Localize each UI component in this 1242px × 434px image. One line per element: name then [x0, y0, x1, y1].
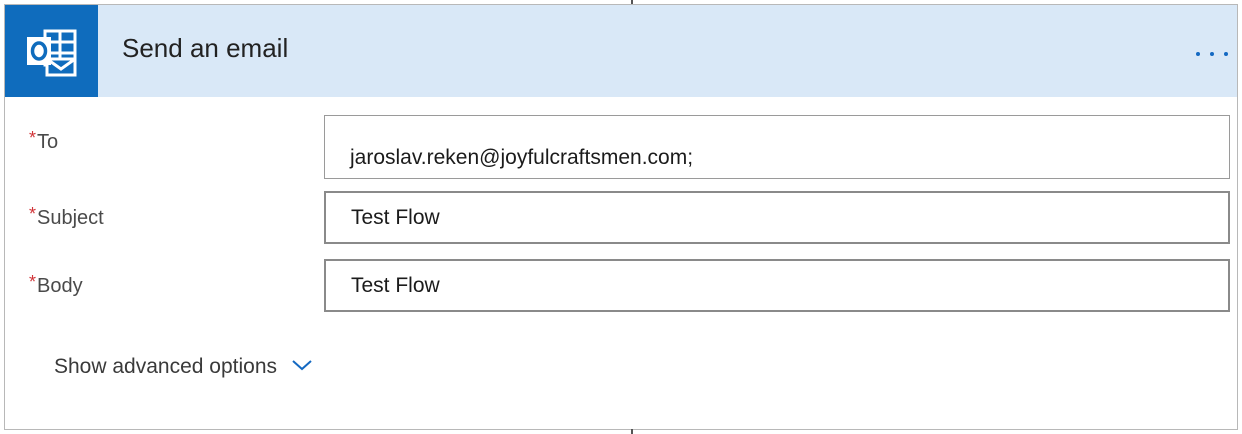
- body-field[interactable]: Test Flow: [324, 259, 1230, 312]
- body-label: *Body: [29, 272, 83, 298]
- body-value: Test Flow: [351, 274, 440, 297]
- subject-label-text: Subject: [37, 207, 104, 229]
- outlook-icon: [5, 5, 98, 97]
- to-value: jaroslav.reken@joyfulcraftsmen.com;: [350, 146, 694, 169]
- to-label: *To: [29, 128, 59, 154]
- action-header[interactable]: Send an email: [5, 5, 1237, 97]
- more-options-icon: [1196, 52, 1200, 56]
- subject-label: *Subject: [29, 204, 104, 230]
- send-email-action-card: Send an email *To jaroslav.reken@joyfulc…: [4, 4, 1238, 430]
- subject-field[interactable]: Test Flow: [324, 191, 1230, 244]
- more-options-dot: [1210, 52, 1214, 56]
- more-options-dot: [1224, 52, 1228, 56]
- required-marker: *: [29, 204, 37, 224]
- flow-connector-bottom: [631, 429, 633, 434]
- more-options-button[interactable]: [1187, 31, 1233, 71]
- advanced-options-label: Show advanced options: [54, 355, 277, 378]
- to-field[interactable]: jaroslav.reken@joyfulcraftsmen.com;: [324, 115, 1230, 179]
- body-label-text: Body: [37, 275, 83, 297]
- to-label-text: To: [37, 131, 59, 153]
- required-marker: *: [29, 272, 37, 292]
- action-title: Send an email: [122, 33, 289, 63]
- required-marker: *: [29, 128, 37, 148]
- show-advanced-options-toggle[interactable]: Show advanced options: [54, 355, 313, 379]
- subject-value: Test Flow: [351, 206, 440, 229]
- chevron-down-icon: [292, 360, 312, 371]
